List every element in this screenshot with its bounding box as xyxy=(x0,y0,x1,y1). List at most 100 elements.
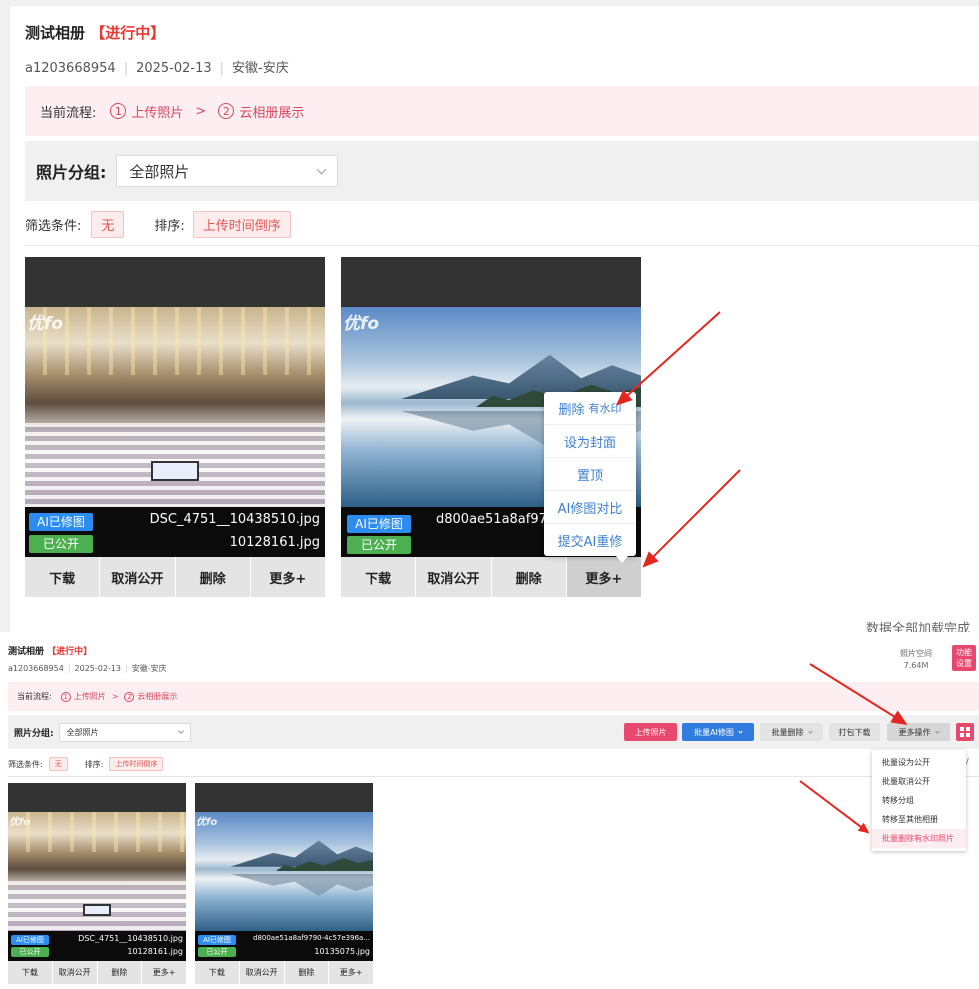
public-badge: 已公开 xyxy=(29,535,93,553)
photo-image[interactable]: 优fo xyxy=(8,812,186,931)
package-download-button[interactable]: 打包下载 xyxy=(829,723,880,741)
menu-item-batch-delete-watermarked[interactable]: 批量删除有水印照片 xyxy=(872,829,966,848)
chevron-down-icon xyxy=(738,728,743,734)
flow-step-upload[interactable]: 1 上传照片 xyxy=(110,102,183,121)
ai-retouched-badge: AI已修图 xyxy=(198,935,236,945)
download-button[interactable]: 下载 xyxy=(25,557,101,597)
ai-retouched-badge: AI已修图 xyxy=(347,515,411,533)
flow-step-cloud-album[interactable]: 2 云相册展示 xyxy=(218,102,304,121)
photo-filename-suffix: 10128161.jpg xyxy=(127,947,183,956)
batch-ai-retouch-button[interactable]: 批量AI修图 xyxy=(682,723,754,741)
menu-item-set-cover[interactable]: 设为封面 xyxy=(544,425,636,458)
menu-item-batch-unpublish[interactable]: 批量取消公开 xyxy=(872,772,966,791)
photo-card[interactable]: 优fo AI已修图 已公开 DSC_4751__10438510.jpg 101… xyxy=(25,257,325,597)
album-title: 测试相册 【进行中】 xyxy=(25,22,165,43)
photo-card[interactable]: 优fo AI已修图 已公开 DSC_4751__10438510.jpg 101… xyxy=(8,783,186,984)
album-status: 【进行中】 xyxy=(47,647,93,657)
watermark-logo: 优fo xyxy=(343,314,380,334)
sort-label: 排序: xyxy=(84,759,104,769)
unpublish-button[interactable]: 取消公开 xyxy=(53,961,98,984)
sort-tag[interactable]: 上传时间倒序 xyxy=(192,211,291,238)
photo-action-bar: 下载 取消公开 删除 更多+ xyxy=(25,557,325,597)
flow-step-cloud-album[interactable]: 2 云相册展示 xyxy=(124,691,177,702)
photo-filename: DSC_4751__10438510.jpg xyxy=(78,934,183,943)
photo-space-value: 7.64M xyxy=(903,661,929,670)
group-label: 照片分组: xyxy=(36,163,107,182)
meta-location: 安徽-安庆 xyxy=(232,61,289,76)
public-badge: 已公开 xyxy=(11,947,49,957)
batch-delete-button[interactable]: 批量删除 xyxy=(760,723,823,741)
album-status: 【进行中】 xyxy=(90,24,166,42)
step-label: 上传照片 xyxy=(73,692,106,701)
photo-group-bar: 照片分组: 全部照片 xyxy=(25,141,979,201)
public-badge: 已公开 xyxy=(347,536,411,554)
step-number: 2 xyxy=(218,103,235,119)
meta-location: 安徽-安庆 xyxy=(131,664,167,673)
watermark-logo: 优fo xyxy=(196,817,218,828)
flow-label: 当前流程: xyxy=(17,692,52,701)
watermark-logo: 优fo xyxy=(27,314,64,334)
unpublish-button[interactable]: 取消公开 xyxy=(416,557,492,597)
download-button[interactable]: 下载 xyxy=(341,557,417,597)
step-label: 云相册展示 xyxy=(239,105,305,121)
download-button[interactable]: 下载 xyxy=(8,961,53,984)
ai-retouched-badge: AI已修图 xyxy=(11,935,49,945)
more-button[interactable]: 更多+ xyxy=(329,961,373,984)
photo-image[interactable]: 优fo xyxy=(195,812,373,931)
sort-label: 排序: xyxy=(154,219,185,234)
grid-view-button[interactable] xyxy=(956,723,974,741)
button-label: 批量AI修图 xyxy=(694,727,734,737)
photo-space: 照片空间 7.64M xyxy=(890,648,942,672)
filter-tag[interactable]: 无 xyxy=(91,211,125,238)
album-meta: a1203668954 | 2025-02-13 | 安徽-安庆 xyxy=(25,61,289,76)
photo-action-bar: 下载 取消公开 删除 更多+ xyxy=(195,961,373,984)
more-operations-dropdown: 批量设为公开 批量取消公开 转移分组 转移至其他相册 批量删除有水印照片 xyxy=(872,750,966,851)
group-select[interactable]: 全部照片 xyxy=(58,722,191,742)
meta-date: 2025-02-13 xyxy=(136,61,212,76)
album-title: 测试相册 【进行中】 xyxy=(8,644,92,657)
chevron-down-icon xyxy=(316,164,327,174)
photo-action-bar: 下载 取消公开 删除 更多+ xyxy=(341,557,641,597)
group-select[interactable]: 全部照片 xyxy=(116,155,339,187)
more-actions-popup: 删除 有水印 设为封面 置顶 AI修图对比 提交AI重修 xyxy=(544,392,636,556)
sort-tag[interactable]: 上传时间倒序 xyxy=(109,757,164,771)
delete-button[interactable]: 删除 xyxy=(285,961,330,984)
menu-item-move-group[interactable]: 转移分组 xyxy=(872,791,966,810)
chevron-down-icon xyxy=(807,728,813,734)
more-button[interactable]: 更多+ xyxy=(142,961,186,984)
menu-item-move-album[interactable]: 转移至其他相册 xyxy=(872,810,966,829)
photo-info: AI已修图 已公开 d800ae51a8af9790-4c57e396a... … xyxy=(195,931,373,961)
function-settings-button[interactable]: 功能设置 xyxy=(952,645,976,671)
grid-icon xyxy=(960,727,970,737)
flow-step-upload[interactable]: 1 上传照片 xyxy=(60,691,106,702)
meta-date: 2025-02-13 xyxy=(74,664,122,673)
photo-image[interactable]: 优fo xyxy=(25,307,325,507)
unpublish-button[interactable]: 取消公开 xyxy=(240,961,285,984)
upload-photos-button[interactable]: 上传照片 xyxy=(624,723,677,741)
public-badge: 已公开 xyxy=(198,947,236,957)
filter-label: 筛选条件: xyxy=(25,219,82,234)
delete-button[interactable]: 删除 xyxy=(176,557,251,597)
process-flow-bar: 当前流程: 1 上传照片 > 2 云相册展示 xyxy=(25,86,979,136)
unpublish-button[interactable]: 取消公开 xyxy=(100,557,176,597)
menu-item-ai-compare[interactable]: AI修图对比 xyxy=(544,491,636,524)
more-button[interactable]: 更多+ xyxy=(566,557,641,597)
photo-card[interactable]: 优fo AI已修图 已公开 d800ae51a8af9790-4c57e396a… xyxy=(195,783,373,984)
menu-item-ai-retouch[interactable]: 提交AI重修 xyxy=(544,524,636,556)
photo-filename: d800ae51a8af979 xyxy=(436,512,556,527)
filter-row: 筛选条件: 无 排序: 上传时间倒序 xyxy=(8,757,164,771)
step-number: 1 xyxy=(60,691,71,702)
delete-button[interactable]: 删除 xyxy=(492,557,567,597)
delete-button[interactable]: 删除 xyxy=(98,961,143,984)
filter-tag[interactable]: 无 xyxy=(48,757,68,771)
menu-item-pin[interactable]: 置顶 xyxy=(544,458,636,491)
download-button[interactable]: 下载 xyxy=(195,961,240,984)
group-select-value: 全部照片 xyxy=(66,727,99,737)
edge-text: / xyxy=(966,757,969,766)
group-select-value: 全部照片 xyxy=(129,162,190,181)
menu-item-batch-publish[interactable]: 批量设为公开 xyxy=(872,753,966,772)
popup-caret xyxy=(616,556,628,563)
process-flow-bar: 当前流程: 1 上传照片 > 2 云相册展示 xyxy=(8,682,979,711)
more-button[interactable]: 更多+ xyxy=(251,557,325,597)
meta-user: a1203668954 xyxy=(8,664,64,673)
